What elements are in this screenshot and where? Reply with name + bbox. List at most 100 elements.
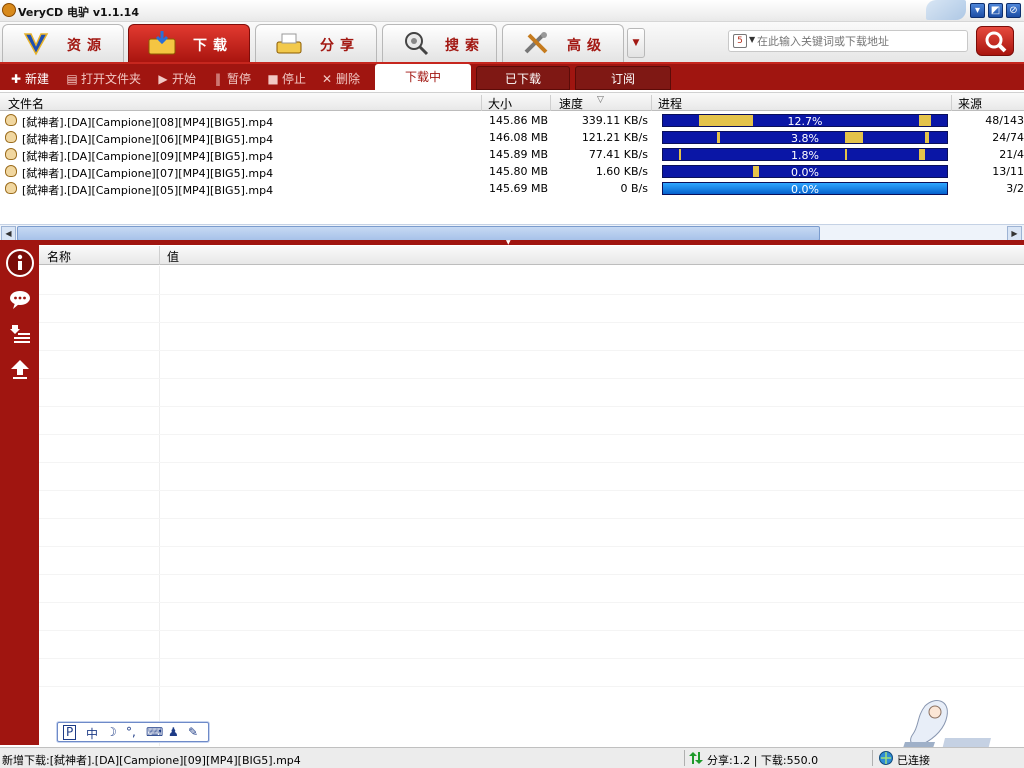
search-button[interactable]: [976, 26, 1014, 56]
column-header-property-name[interactable]: 名称: [47, 248, 71, 265]
column-header-speed-label: 速度: [559, 97, 584, 111]
source-count: 3/2: [1006, 182, 1024, 195]
ime-width-icon[interactable]: ☽: [106, 725, 117, 739]
tab-advanced[interactable]: 高级: [502, 24, 624, 62]
file-size: 145.86 MB: [488, 114, 548, 127]
user-icon[interactable]: ♟: [168, 725, 179, 739]
row-divider: [39, 294, 1024, 295]
splitter-grip-icon[interactable]: ▼: [506, 240, 511, 246]
column-divider: [159, 266, 160, 746]
row-divider: [39, 406, 1024, 407]
detail-sidebar: [0, 245, 39, 745]
column-divider: [159, 246, 160, 265]
file-status-icon: [5, 114, 17, 126]
chevron-down-icon[interactable]: ▼: [749, 35, 755, 44]
progress-text: 1.8%: [791, 149, 819, 161]
table-row[interactable]: [弑神者].[DA][Campione][09][MP4][BIG5].mp4 …: [0, 146, 1024, 163]
status-bar: 新增下载:[弑神者].[DA][Campione][09][MP4][BIG5]…: [0, 747, 1024, 768]
panel-splitter[interactable]: ▼: [0, 240, 1024, 246]
scroll-right-icon[interactable]: ▶: [1007, 226, 1022, 241]
column-header-name[interactable]: 文件名: [0, 95, 482, 111]
column-header-size[interactable]: 大小: [482, 95, 551, 111]
delete-button[interactable]: ✕ 删除: [321, 70, 360, 86]
comment-icon[interactable]: [6, 287, 34, 315]
status-divider: [684, 750, 685, 766]
tab-share-label: 分享: [320, 38, 360, 54]
ime-chinese-toggle[interactable]: 中: [86, 725, 98, 742]
download-speed: 77.41 KB/s: [588, 148, 648, 161]
scroll-left-icon[interactable]: ◀: [1, 226, 16, 241]
play-icon: ▶: [158, 72, 168, 86]
app-window: VeryCD 电驴 v1.1.14 ▾ ◩ ⊘ 资源 下载 分享 搜索 高级 ▼…: [0, 0, 1024, 768]
file-size: 146.08 MB: [488, 131, 548, 144]
table-row[interactable]: [弑神者].[DA][Campione][06][MP4][BIG5].mp4 …: [0, 129, 1024, 146]
horizontal-scrollbar[interactable]: ◀ ▶: [0, 224, 1024, 241]
file-status-icon: [5, 148, 17, 160]
folder-icon: ▤: [66, 72, 78, 86]
tab-search[interactable]: 搜索: [382, 24, 497, 62]
info-icon[interactable]: [6, 249, 34, 277]
table-row[interactable]: [弑神者].[DA][Campione][05][MP4][BIG5].mp4 …: [0, 180, 1024, 197]
new-button[interactable]: ✚ 新建: [10, 70, 49, 86]
share-tray-icon: [276, 33, 302, 54]
file-size: 145.69 MB: [488, 182, 548, 195]
restore-button[interactable]: ◩: [988, 3, 1003, 18]
detail-table-body: [39, 266, 1024, 746]
ime-mode-icon[interactable]: P: [63, 725, 77, 740]
subtab-subscribe[interactable]: 订阅: [575, 66, 671, 90]
file-status-icon: [5, 165, 17, 177]
verycd-v-icon: [23, 33, 49, 56]
network-connected-icon: [879, 751, 893, 765]
search-input[interactable]: [757, 33, 962, 49]
scrollbar-thumb[interactable]: [17, 226, 820, 241]
download-table-header: 文件名 大小 速度 ▽ 进程 来源: [0, 92, 1024, 111]
table-row[interactable]: [弑神者].[DA][Campione][07][MP4][BIG5].mp4 …: [0, 163, 1024, 180]
file-size: 145.80 MB: [488, 165, 548, 178]
upload-icon[interactable]: [6, 357, 34, 385]
row-divider: [39, 350, 1024, 351]
progress-text: 0.0%: [791, 183, 819, 195]
search-icon: [985, 31, 1007, 53]
title-decoration: [926, 0, 966, 20]
nav-more-dropdown[interactable]: ▼: [627, 28, 645, 58]
share-download-ratio: 分享:1.2 | 下载:550.0: [707, 754, 819, 767]
file-name: [弑神者].[DA][Campione][08][MP4][BIG5].mp4: [22, 116, 274, 129]
start-button[interactable]: ▶ 开始: [157, 70, 196, 86]
download-speed: 339.11 KB/s: [581, 114, 648, 127]
table-row[interactable]: [弑神者].[DA][Campione][08][MP4][BIG5].mp4 …: [0, 112, 1024, 129]
row-divider: [39, 686, 1024, 687]
minimize-button[interactable]: ▾: [970, 3, 985, 18]
stop-icon: ■: [267, 72, 279, 86]
tab-share[interactable]: 分享: [255, 24, 377, 62]
wrench-icon[interactable]: ✎: [188, 725, 198, 739]
window-title: VeryCD 电驴 v1.1.14: [18, 6, 139, 19]
tab-download-label: 下载: [193, 38, 233, 54]
progress-bar: 3.8%: [662, 131, 948, 144]
upload-arrow-glyph: [11, 360, 29, 379]
download-speed: 0 B/s: [620, 182, 648, 195]
stop-button[interactable]: ■ 停止: [267, 70, 306, 86]
keyboard-icon[interactable]: ⌨: [146, 725, 163, 739]
column-header-property-value[interactable]: 值: [167, 248, 179, 265]
sort-descending-icon: ▽: [597, 95, 604, 105]
open-folder-button[interactable]: ▤ 打开文件夹: [66, 70, 141, 86]
tab-advanced-label: 高级: [567, 38, 607, 54]
close-button[interactable]: ⊘: [1006, 3, 1021, 18]
speech-bubble-glyph: [10, 291, 30, 309]
download-list-icon[interactable]: [6, 323, 34, 351]
column-header-speed[interactable]: 速度 ▽: [551, 95, 652, 111]
tab-resources[interactable]: 资源: [2, 24, 124, 62]
source-count: 21/4: [999, 148, 1024, 161]
status-divider: [872, 750, 873, 766]
subtab-downloading[interactable]: 下载中: [375, 64, 471, 90]
column-header-progress[interactable]: 进程: [652, 95, 952, 111]
pause-button[interactable]: ‖ 暂停: [212, 70, 251, 86]
ime-punctuation-icon[interactable]: °,: [126, 725, 136, 739]
file-size: 145.89 MB: [488, 148, 548, 161]
file-status-icon: [5, 182, 17, 194]
tab-download[interactable]: 下载: [128, 24, 250, 62]
subtab-downloaded[interactable]: 已下载: [476, 66, 570, 90]
column-header-source[interactable]: 来源: [952, 95, 1024, 111]
file-name: [弑神者].[DA][Campione][06][MP4][BIG5].mp4: [22, 133, 274, 146]
search-engine-icon[interactable]: 5: [733, 34, 747, 48]
